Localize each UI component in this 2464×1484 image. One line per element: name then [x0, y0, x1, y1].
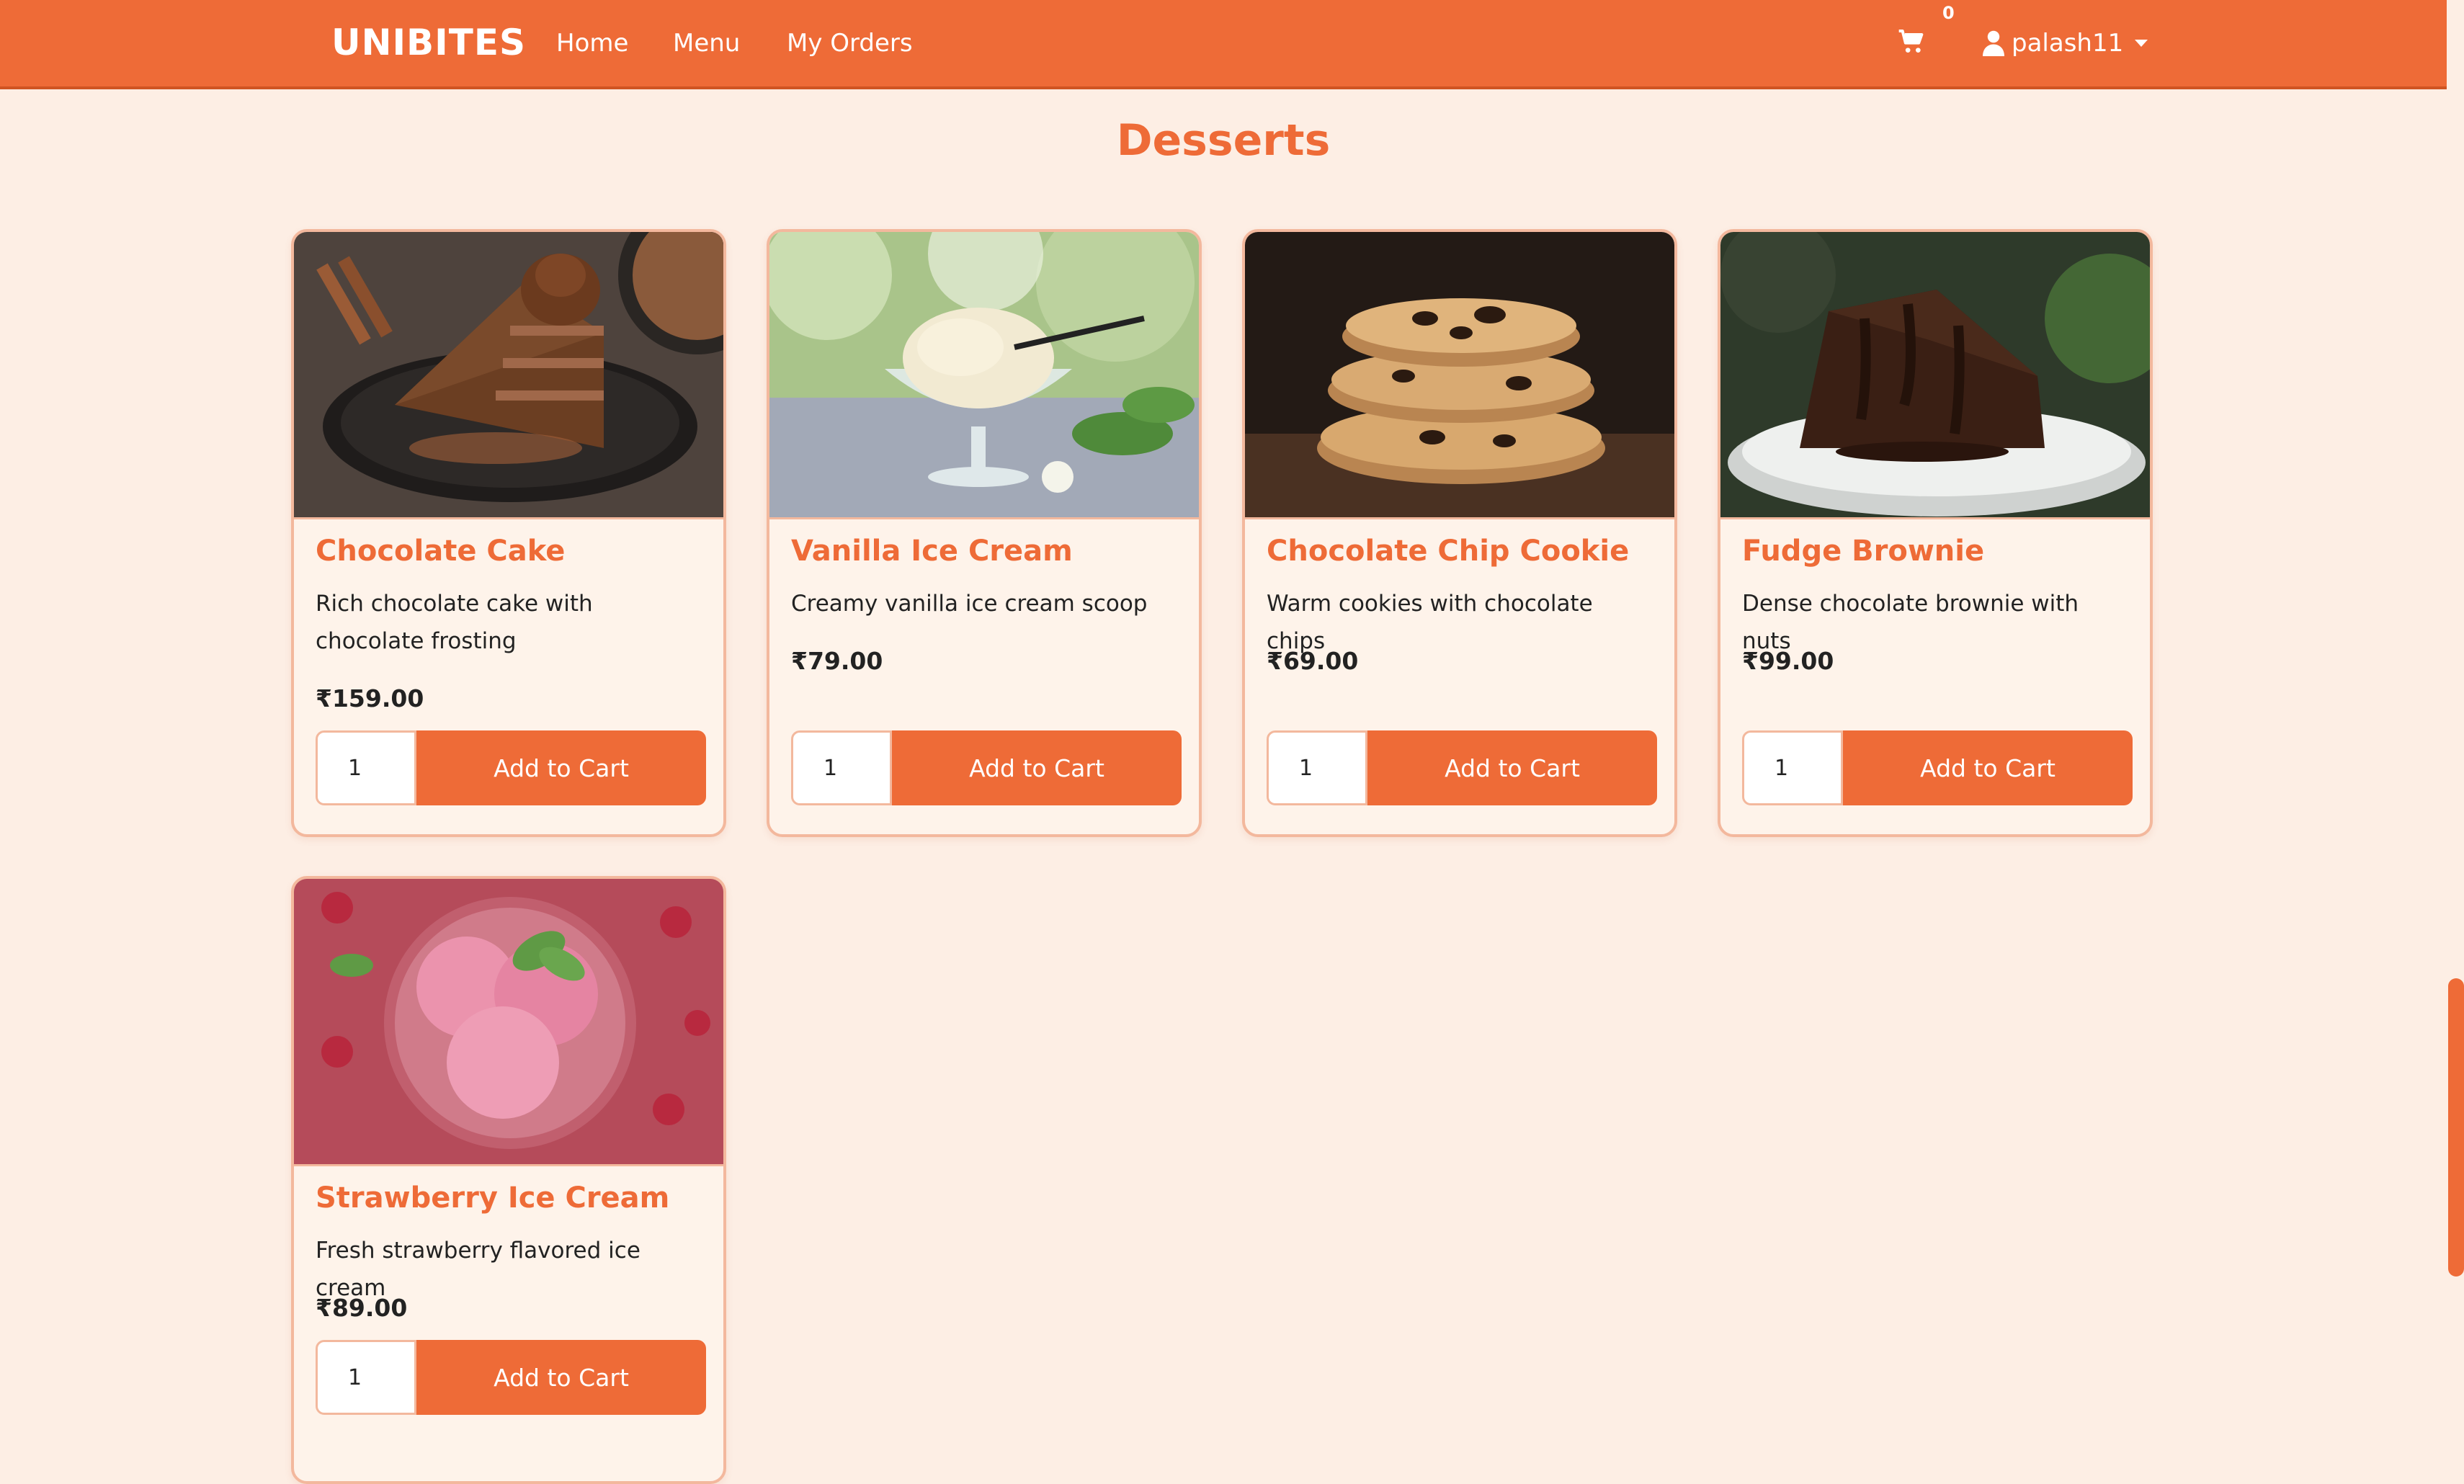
product-image-fudge-brownie [1720, 232, 2150, 519]
user-menu-dropdown[interactable]: palash11 [1983, 26, 2148, 61]
quantity-input[interactable] [316, 730, 416, 805]
nav-link-home[interactable]: Home [556, 29, 628, 58]
product-image-chocolate-chip-cookie [1245, 232, 1674, 519]
top-navbar: UNIBITES Home Menu My Orders 0 palash11 [0, 0, 2447, 89]
quantity-input[interactable] [316, 1340, 416, 1415]
product-image-strawberry-ice-cream [294, 879, 723, 1166]
product-name: Strawberry Ice Cream [316, 1181, 670, 1215]
nav-link-my-orders[interactable]: My Orders [787, 29, 913, 58]
section-title: Desserts [1116, 115, 1331, 166]
add-to-cart-button[interactable]: Add to Cart [1843, 730, 2133, 805]
quantity-input[interactable] [791, 730, 892, 805]
product-card: Chocolate Chip Cookie Warm cookies with … [1242, 229, 1677, 837]
add-to-cart-button[interactable]: Add to Cart [1367, 730, 1657, 805]
product-price: ₹79.00 [791, 647, 883, 675]
username-label: palash11 [2012, 29, 2124, 58]
product-name: Fudge Brownie [1742, 535, 1985, 568]
cart-count-badge: 0 [1942, 3, 1955, 23]
product-name: Chocolate Chip Cookie [1267, 535, 1630, 568]
user-icon [1983, 30, 2004, 56]
product-card: Vanilla Ice Cream Creamy vanilla ice cre… [767, 229, 1202, 837]
product-card: Fudge Brownie Dense chocolate brownie wi… [1718, 229, 2153, 837]
quantity-input[interactable] [1742, 730, 1843, 805]
quantity-input[interactable] [1267, 730, 1367, 805]
add-to-cart-button[interactable]: Add to Cart [416, 1340, 706, 1415]
add-to-cart-button[interactable]: Add to Cart [416, 730, 706, 805]
chevron-down-icon [2135, 40, 2148, 47]
cart-icon[interactable] [1898, 27, 1927, 56]
product-image-chocolate-cake [294, 232, 723, 519]
product-card: Strawberry Ice Cream Fresh strawberry fl… [291, 876, 726, 1484]
product-price: ₹159.00 [316, 684, 424, 712]
product-image-vanilla-ice-cream [769, 232, 1199, 519]
product-price: ₹69.00 [1267, 647, 1359, 675]
product-description: Rich chocolate cake with chocolate frost… [316, 591, 593, 654]
scrollbar-thumb[interactable] [2448, 978, 2464, 1277]
nav-link-menu[interactable]: Menu [673, 29, 740, 58]
product-card: Chocolate Cake Rich chocolate cake with … [291, 229, 726, 837]
product-name: Vanilla Ice Cream [791, 535, 1073, 568]
product-name: Chocolate Cake [316, 535, 566, 568]
product-price: ₹99.00 [1742, 647, 1834, 675]
add-to-cart-button[interactable]: Add to Cart [892, 730, 1182, 805]
brand-logo[interactable]: UNIBITES [331, 22, 526, 63]
product-price: ₹89.00 [316, 1294, 408, 1322]
product-description: Creamy vanilla ice cream scoop [791, 591, 1148, 617]
